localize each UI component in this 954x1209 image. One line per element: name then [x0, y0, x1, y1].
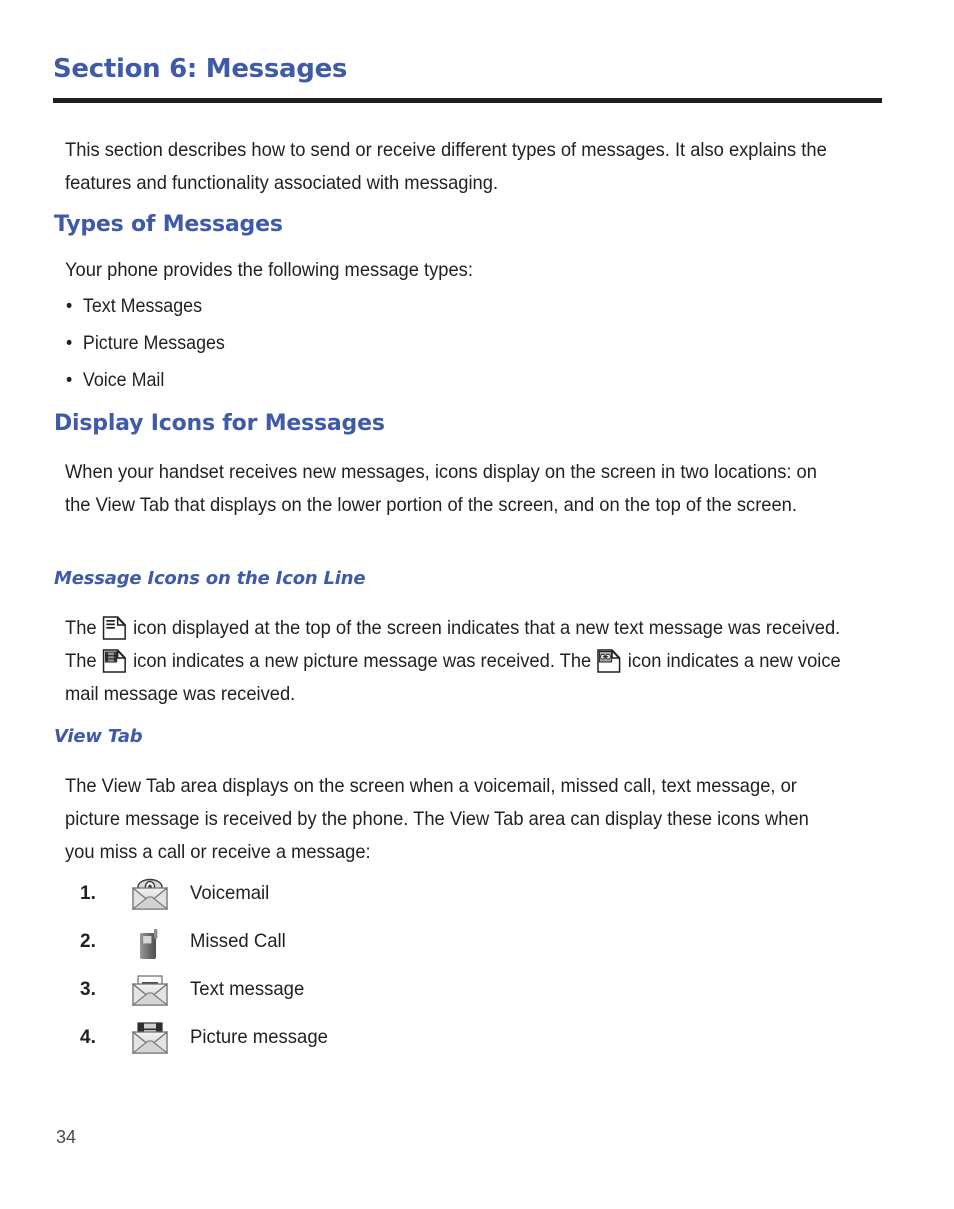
- title-divider: [53, 98, 882, 103]
- list-item-label: Voice Mail: [82, 370, 165, 391]
- text-message-envelope-icon: [128, 971, 172, 1013]
- list-item: 4. Picture message: [80, 1019, 780, 1063]
- document-page: Section 6: Messages This section describ…: [0, 0, 954, 1209]
- voicemail-envelope-icon: [128, 875, 172, 917]
- list-item: • Text Messages: [66, 296, 202, 318]
- list-item-label: Picture Messages: [82, 333, 225, 354]
- list-item-label: Picture message: [190, 1026, 328, 1048]
- picture-message-envelope-icon: [128, 1019, 172, 1061]
- view-tab-paragraph: The View Tab area displays on the screen…: [65, 775, 809, 863]
- list-item: 2. Missed Call: [80, 923, 780, 967]
- message-icons-text-part-3: icon indicates a new picture message was…: [128, 650, 597, 672]
- bullet-marker: •: [66, 333, 73, 354]
- list-item: • Picture Messages: [66, 333, 225, 355]
- intro-paragraph: This section describes how to send or re…: [65, 139, 827, 194]
- heading-types-of-messages: Types of Messages: [54, 212, 283, 237]
- types-of-messages-intro: Your phone provides the following messag…: [65, 259, 473, 281]
- display-icons-paragraph: When your handset receives new messages,…: [65, 461, 817, 516]
- heading-display-icons-for-messages: Display Icons for Messages: [54, 411, 385, 436]
- list-item-number: 1.: [80, 883, 96, 904]
- bullet-marker: •: [66, 370, 73, 391]
- list-item-label: Voicemail: [190, 882, 270, 904]
- message-icons-text-part-1: The: [65, 617, 102, 639]
- list-item: • Voice Mail: [66, 370, 164, 392]
- list-item-number: 3.: [80, 979, 96, 1000]
- list-item: 1. Voicemail: [80, 875, 780, 919]
- heading-message-icons-on-the-icon-line: Message Icons on the Icon Line: [54, 568, 366, 589]
- bullet-marker: •: [66, 296, 73, 317]
- missed-call-handset-icon: [128, 923, 172, 965]
- list-item-label: Text message: [190, 978, 305, 1000]
- list-item-number: 2.: [80, 931, 96, 952]
- list-item-label: Missed Call: [190, 930, 286, 952]
- list-item: 3. Text message: [80, 971, 780, 1015]
- page-number: 34: [56, 1127, 77, 1147]
- text-message-line-icon: [102, 615, 128, 641]
- list-item-number: 4.: [80, 1027, 96, 1048]
- message-icons-paragraph: The icon displayed at the top of the scr…: [65, 612, 845, 711]
- picture-message-line-icon: [102, 648, 128, 674]
- list-item-label: Text Messages: [82, 296, 203, 317]
- page-title: Section 6: Messages: [53, 54, 348, 84]
- voice-mail-line-icon: [596, 648, 622, 674]
- heading-view-tab: View Tab: [54, 726, 143, 747]
